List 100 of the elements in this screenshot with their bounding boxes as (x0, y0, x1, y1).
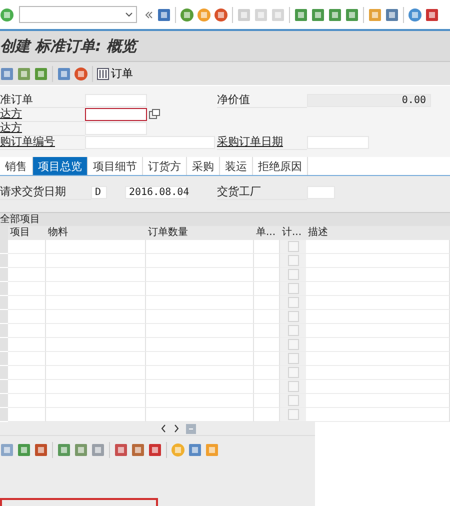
scroll-right-icon[interactable] (172, 424, 180, 433)
table-cell[interactable] (254, 338, 280, 352)
checkbox[interactable] (288, 283, 298, 294)
collapse-icon[interactable] (144, 10, 154, 20)
checkbox[interactable] (288, 325, 298, 336)
table-cell[interactable] (8, 338, 46, 352)
table-cell[interactable] (46, 282, 146, 296)
date-type-field[interactable]: D (91, 186, 107, 198)
table-cell[interactable] (254, 310, 280, 324)
table-cell[interactable] (254, 366, 280, 380)
checkbox[interactable] (288, 367, 298, 378)
table-cell[interactable] (8, 310, 46, 324)
table-cell[interactable] (146, 296, 254, 310)
column-header[interactable]: 单... (254, 226, 280, 240)
table-cell[interactable] (46, 408, 146, 422)
table-cell[interactable] (306, 296, 450, 310)
table-cell[interactable] (306, 338, 450, 352)
row-selector[interactable] (0, 282, 8, 296)
table-cell[interactable] (8, 380, 46, 394)
table-cell[interactable] (46, 254, 146, 268)
table-cell[interactable] (146, 282, 254, 296)
table-cell[interactable] (8, 282, 46, 296)
value-help-icon[interactable] (149, 109, 160, 119)
row-selector[interactable] (0, 366, 8, 380)
checkbox[interactable] (288, 409, 298, 420)
table-cell[interactable] (46, 352, 146, 366)
column-header[interactable]: 项目 (8, 226, 46, 240)
table-cell[interactable] (46, 240, 146, 254)
checkbox[interactable] (288, 339, 298, 350)
table-cell[interactable] (46, 338, 146, 352)
table-cell[interactable] (306, 282, 450, 296)
delivery-date-field[interactable]: 2016.08.04 (125, 186, 187, 198)
table-cell[interactable] (8, 394, 46, 408)
table-cell[interactable] (8, 324, 46, 338)
table-cell[interactable] (146, 254, 254, 268)
table-cell[interactable] (306, 240, 450, 254)
table-cell[interactable] (254, 352, 280, 366)
table-cell[interactable] (46, 296, 146, 310)
table-cell[interactable] (306, 366, 450, 380)
column-header[interactable]: 计... (280, 226, 306, 240)
table-cell[interactable] (46, 366, 146, 380)
table-cell[interactable] (146, 352, 254, 366)
row-selector[interactable] (0, 352, 8, 366)
table-cell[interactable] (8, 296, 46, 310)
checkbox[interactable] (288, 269, 298, 280)
row-selector[interactable] (0, 254, 8, 268)
row-selector[interactable] (0, 240, 8, 254)
table-cell[interactable] (146, 366, 254, 380)
tab[interactable]: 项目总览 (33, 157, 88, 175)
row-selector[interactable] (0, 338, 8, 352)
table-cell[interactable] (306, 380, 450, 394)
table-cell[interactable] (8, 352, 46, 366)
checkbox[interactable] (288, 311, 298, 322)
table-cell[interactable] (8, 408, 46, 422)
table-cell[interactable] (146, 338, 254, 352)
table-cell[interactable] (254, 296, 280, 310)
checkbox[interactable] (288, 395, 298, 406)
table-cell[interactable] (8, 268, 46, 282)
table-cell[interactable] (46, 394, 146, 408)
row-selector[interactable] (0, 408, 8, 422)
table-cell[interactable] (8, 254, 46, 268)
row-selector[interactable] (0, 268, 8, 282)
checkbox[interactable] (288, 255, 298, 266)
table-cell[interactable] (306, 352, 450, 366)
command-field[interactable] (19, 6, 137, 23)
column-header[interactable]: 订单数量 (146, 226, 254, 240)
table-cell[interactable] (146, 310, 254, 324)
table-cell[interactable] (46, 380, 146, 394)
table-cell[interactable] (306, 254, 450, 268)
table-cell[interactable] (254, 394, 280, 408)
row-selector[interactable] (0, 324, 8, 338)
row-selector[interactable] (0, 394, 8, 408)
table-cell[interactable] (254, 324, 280, 338)
input-field[interactable] (85, 108, 147, 120)
table-cell[interactable] (146, 268, 254, 282)
checkbox[interactable] (288, 353, 298, 364)
scroll-handle-icon[interactable] (186, 424, 196, 434)
checkbox[interactable] (288, 381, 298, 392)
table-cell[interactable] (46, 268, 146, 282)
order-button[interactable]: 订单 (97, 66, 133, 81)
table-cell[interactable] (254, 380, 280, 394)
table-cell[interactable] (254, 254, 280, 268)
table-cell[interactable] (146, 380, 254, 394)
table-cell[interactable] (146, 240, 254, 254)
table-cell[interactable] (46, 324, 146, 338)
checkbox[interactable] (288, 297, 298, 308)
table-cell[interactable] (254, 268, 280, 282)
table-cell[interactable] (254, 408, 280, 422)
column-header[interactable]: 描述 (306, 226, 450, 240)
row-selector[interactable] (0, 380, 8, 394)
table-cell[interactable] (306, 324, 450, 338)
scroll-left-icon[interactable] (160, 424, 166, 433)
table-cell[interactable] (8, 366, 46, 380)
table-cell[interactable] (146, 394, 254, 408)
table-cell[interactable] (306, 268, 450, 282)
table-cell[interactable] (254, 240, 280, 254)
column-header[interactable]: 物料 (46, 226, 146, 240)
table-cell[interactable] (146, 408, 254, 422)
table-cell[interactable] (146, 324, 254, 338)
row-selector[interactable] (0, 310, 8, 324)
